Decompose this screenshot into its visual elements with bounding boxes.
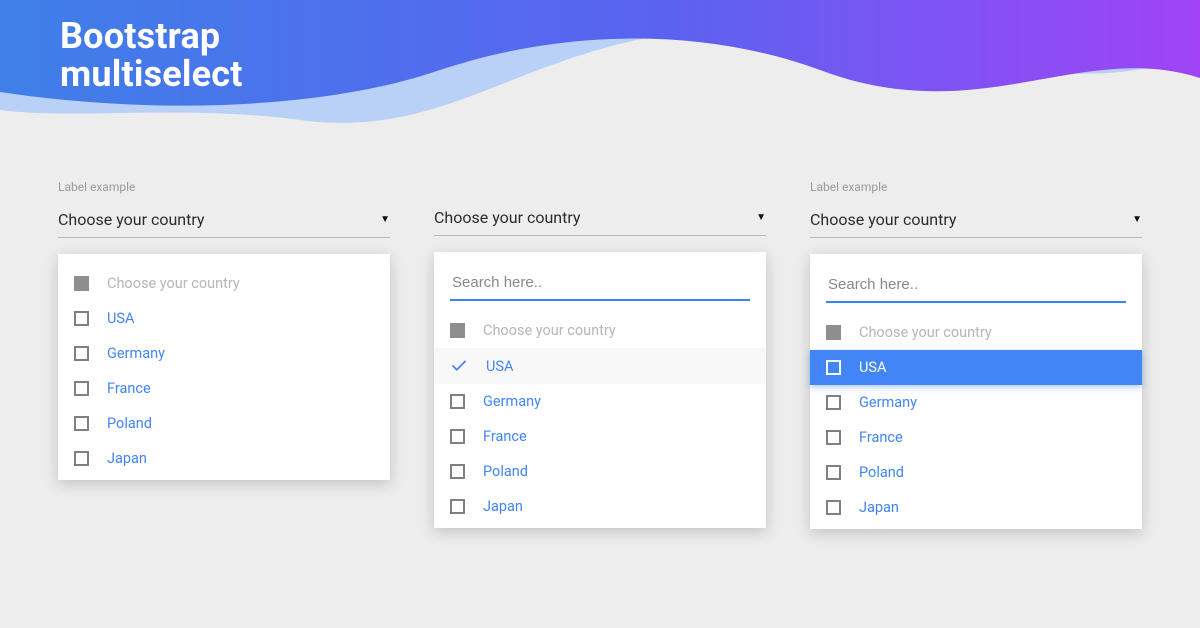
dropdown-panel: Choose your country USA Germany France P… bbox=[810, 254, 1142, 529]
option-usa[interactable]: USA bbox=[434, 348, 766, 384]
checkbox-icon bbox=[826, 430, 841, 445]
check-icon bbox=[450, 357, 468, 375]
search-input[interactable] bbox=[450, 268, 750, 301]
option-poland[interactable]: Poland bbox=[434, 454, 766, 489]
select-value: Choose your country bbox=[810, 210, 957, 229]
option-germany[interactable]: Germany bbox=[810, 385, 1142, 420]
page-title: Bootstrapmultiselect bbox=[60, 18, 243, 94]
checkbox-icon bbox=[450, 429, 465, 444]
checkbox-icon bbox=[450, 394, 465, 409]
option-france[interactable]: France bbox=[810, 420, 1142, 455]
option-germany[interactable]: Germany bbox=[434, 384, 766, 419]
checkbox-icon bbox=[74, 276, 89, 291]
option-germany[interactable]: Germany bbox=[58, 336, 390, 371]
option-japan[interactable]: Japan bbox=[434, 489, 766, 524]
caret-down-icon: ▼ bbox=[756, 212, 766, 223]
dropdown-panel: Choose your country USA Germany France bbox=[434, 252, 766, 528]
caret-down-icon: ▼ bbox=[380, 214, 390, 225]
option-japan[interactable]: Japan bbox=[810, 490, 1142, 525]
select-trigger[interactable]: Choose your country ▼ bbox=[434, 200, 766, 236]
option-france[interactable]: France bbox=[58, 371, 390, 406]
select-trigger[interactable]: Choose your country ▼ bbox=[810, 202, 1142, 238]
checkbox-icon bbox=[450, 323, 465, 338]
option-usa[interactable]: USA bbox=[58, 301, 390, 336]
option-france[interactable]: France bbox=[434, 419, 766, 454]
select-trigger[interactable]: Choose your country ▼ bbox=[58, 202, 390, 238]
checkbox-icon bbox=[74, 416, 89, 431]
checkbox-icon bbox=[450, 464, 465, 479]
multiselect-search-checkmark: Choose your country ▼ Choose your countr… bbox=[434, 180, 766, 238]
checkbox-icon bbox=[826, 360, 841, 375]
checkbox-icon bbox=[74, 346, 89, 361]
checkbox-icon bbox=[826, 500, 841, 515]
option-placeholder: Choose your country bbox=[810, 315, 1142, 350]
dropdown-panel: Choose your country USA Germany France P… bbox=[58, 254, 390, 480]
search-input[interactable] bbox=[826, 270, 1126, 303]
checkbox-icon bbox=[74, 381, 89, 396]
checkbox-icon bbox=[826, 395, 841, 410]
option-usa[interactable]: USA bbox=[810, 350, 1142, 385]
option-poland[interactable]: Poland bbox=[58, 406, 390, 441]
option-placeholder: Choose your country bbox=[58, 266, 390, 301]
checkbox-icon bbox=[74, 451, 89, 466]
option-poland[interactable]: Poland bbox=[810, 455, 1142, 490]
field-label: Label example bbox=[58, 180, 390, 194]
checkbox-icon bbox=[450, 499, 465, 514]
checkbox-icon bbox=[826, 325, 841, 340]
checkbox-icon bbox=[74, 311, 89, 326]
field-label: Label example bbox=[810, 180, 1142, 194]
multiselect-search-active: Label example Choose your country ▼ Choo… bbox=[810, 180, 1142, 238]
select-value: Choose your country bbox=[434, 208, 581, 227]
caret-down-icon: ▼ bbox=[1132, 214, 1142, 225]
select-value: Choose your country bbox=[58, 210, 205, 229]
option-placeholder: Choose your country bbox=[434, 313, 766, 348]
option-japan[interactable]: Japan bbox=[58, 441, 390, 476]
checkbox-icon bbox=[826, 465, 841, 480]
multiselect-basic: Label example Choose your country ▼ Choo… bbox=[58, 180, 390, 238]
